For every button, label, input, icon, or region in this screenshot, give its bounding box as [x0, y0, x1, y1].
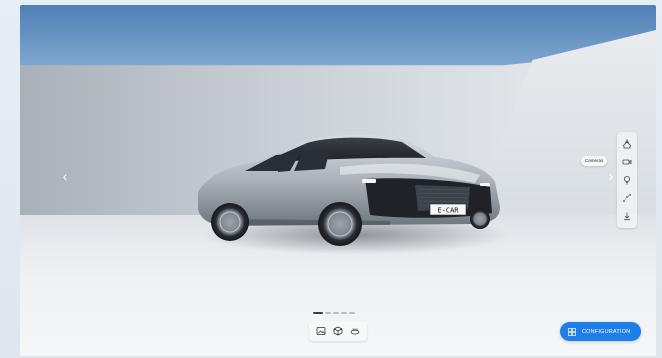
carousel-dot[interactable]: [325, 312, 331, 314]
light-bulb-icon[interactable]: [619, 172, 635, 188]
cube-icon[interactable]: [331, 324, 345, 338]
download-icon[interactable]: [619, 208, 635, 224]
side-toolbar: [617, 132, 637, 228]
license-plate: E-CAR: [437, 207, 459, 215]
path-icon[interactable]: [619, 190, 635, 206]
360-view-icon[interactable]: 360: [348, 324, 362, 338]
next-view-arrow[interactable]: ›: [604, 167, 618, 185]
image-icon[interactable]: [314, 324, 328, 338]
car-viewer[interactable]: E-CAR ‹ ›: [20, 5, 656, 356]
car-render: E-CAR: [198, 134, 500, 246]
configuration-label: CONFIGURATION: [582, 328, 631, 335]
carousel-indicator: [313, 312, 355, 314]
view-mode-bar: 360: [309, 321, 367, 341]
cameras-tooltip: Cameras: [581, 156, 608, 166]
carousel-dot[interactable]: [341, 312, 347, 314]
app-frame: E-CAR ‹ › Cameras 360 CONFIGURATION: [0, 0, 662, 358]
carousel-dot[interactable]: [333, 312, 339, 314]
carousel-dot-active[interactable]: [313, 312, 323, 314]
video-camera-icon[interactable]: [619, 154, 635, 170]
grid-icon: [568, 327, 576, 336]
carousel-dot[interactable]: [349, 312, 355, 314]
svg-text:360: 360: [352, 328, 358, 332]
previous-view-arrow[interactable]: ‹: [58, 167, 72, 185]
configuration-button[interactable]: CONFIGURATION: [560, 322, 641, 341]
environment-icon[interactable]: [619, 136, 635, 152]
